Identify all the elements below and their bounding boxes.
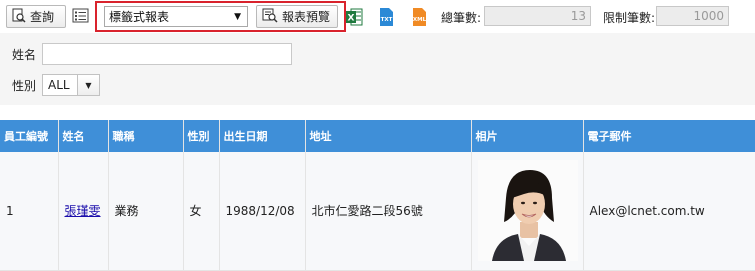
name-input[interactable] (42, 43, 292, 65)
svg-text:TXT: TXT (381, 17, 393, 23)
table-header-row: 員工編號 姓名 職稱 性別 出生日期 地址 相片 電子郵件 (0, 120, 755, 152)
query-button-label: 查詢 (30, 10, 55, 24)
employee-photo (477, 160, 578, 262)
total-count-label: 總筆數: (441, 11, 482, 25)
report-type-select[interactable]: 標籤式報表 ▼ (104, 6, 248, 27)
svg-text:X: X (348, 14, 355, 24)
name-label: 姓名 (12, 48, 37, 62)
search-report-icon (12, 8, 26, 26)
employee-title-cell: 業務 (108, 152, 184, 271)
dropdown-arrow-icon: ▼ (234, 12, 241, 22)
limit-count-label: 限制筆數: (603, 11, 656, 25)
preview-icon (262, 8, 278, 26)
column-header[interactable]: 電子郵件 (583, 120, 755, 152)
filter-panel: 姓名 性別 ALL ▼ (0, 33, 755, 105)
gender-select-value: ALL (48, 78, 70, 92)
column-header[interactable]: 員工編號 (0, 120, 59, 152)
query-button[interactable]: 查詢 (6, 5, 66, 28)
column-header[interactable]: 姓名 (58, 120, 109, 152)
column-header[interactable]: 職稱 (108, 120, 184, 152)
txt-icon[interactable]: TXT (378, 7, 395, 27)
column-header[interactable]: 性別 (183, 120, 220, 152)
employee-table: 員工編號 姓名 職稱 性別 出生日期 地址 相片 電子郵件 1 張瑾雯 業務 女… (0, 120, 755, 271)
employee-birth-cell: 1988/12/08 (219, 152, 306, 271)
report-preview-label: 報表預覽 (282, 10, 331, 24)
employee-name-link[interactable]: 張瑾雯 (65, 204, 101, 218)
employee-gender-cell: 女 (183, 152, 220, 271)
employee-photo-cell (471, 152, 584, 271)
employee-id-cell: 1 (0, 152, 59, 271)
dropdown-arrow-icon[interactable]: ▼ (77, 75, 99, 95)
table-row: 1 張瑾雯 業務 女 1988/12/08 北市仁愛路二段56號 Alex@lc… (0, 152, 755, 271)
employee-address-cell: 北市仁愛路二段56號 (305, 152, 472, 271)
total-count-field: 13 (484, 6, 591, 26)
excel-icon[interactable]: X (346, 7, 363, 27)
gender-select[interactable]: ALL ▼ (42, 74, 100, 96)
column-header[interactable]: 相片 (471, 120, 584, 152)
column-header[interactable]: 出生日期 (219, 120, 306, 152)
toolbar: 查詢 標籤式報表 ▼ 報表預覽 X TXT XML 總筆數: 13 限制筆數: … (0, 0, 755, 33)
limit-count-field: 1000 (656, 6, 729, 26)
svg-text:XML: XML (413, 17, 427, 23)
gender-label: 性別 (12, 79, 37, 93)
report-type-value: 標籤式報表 (109, 10, 170, 24)
report-preview-button[interactable]: 報表預覽 (256, 5, 338, 28)
column-header[interactable]: 地址 (305, 120, 472, 152)
employee-name-cell: 張瑾雯 (58, 152, 109, 271)
list-icon[interactable] (72, 7, 90, 25)
employee-email-cell: Alex@lcnet.com.tw (583, 152, 755, 271)
xml-icon[interactable]: XML (411, 7, 428, 27)
